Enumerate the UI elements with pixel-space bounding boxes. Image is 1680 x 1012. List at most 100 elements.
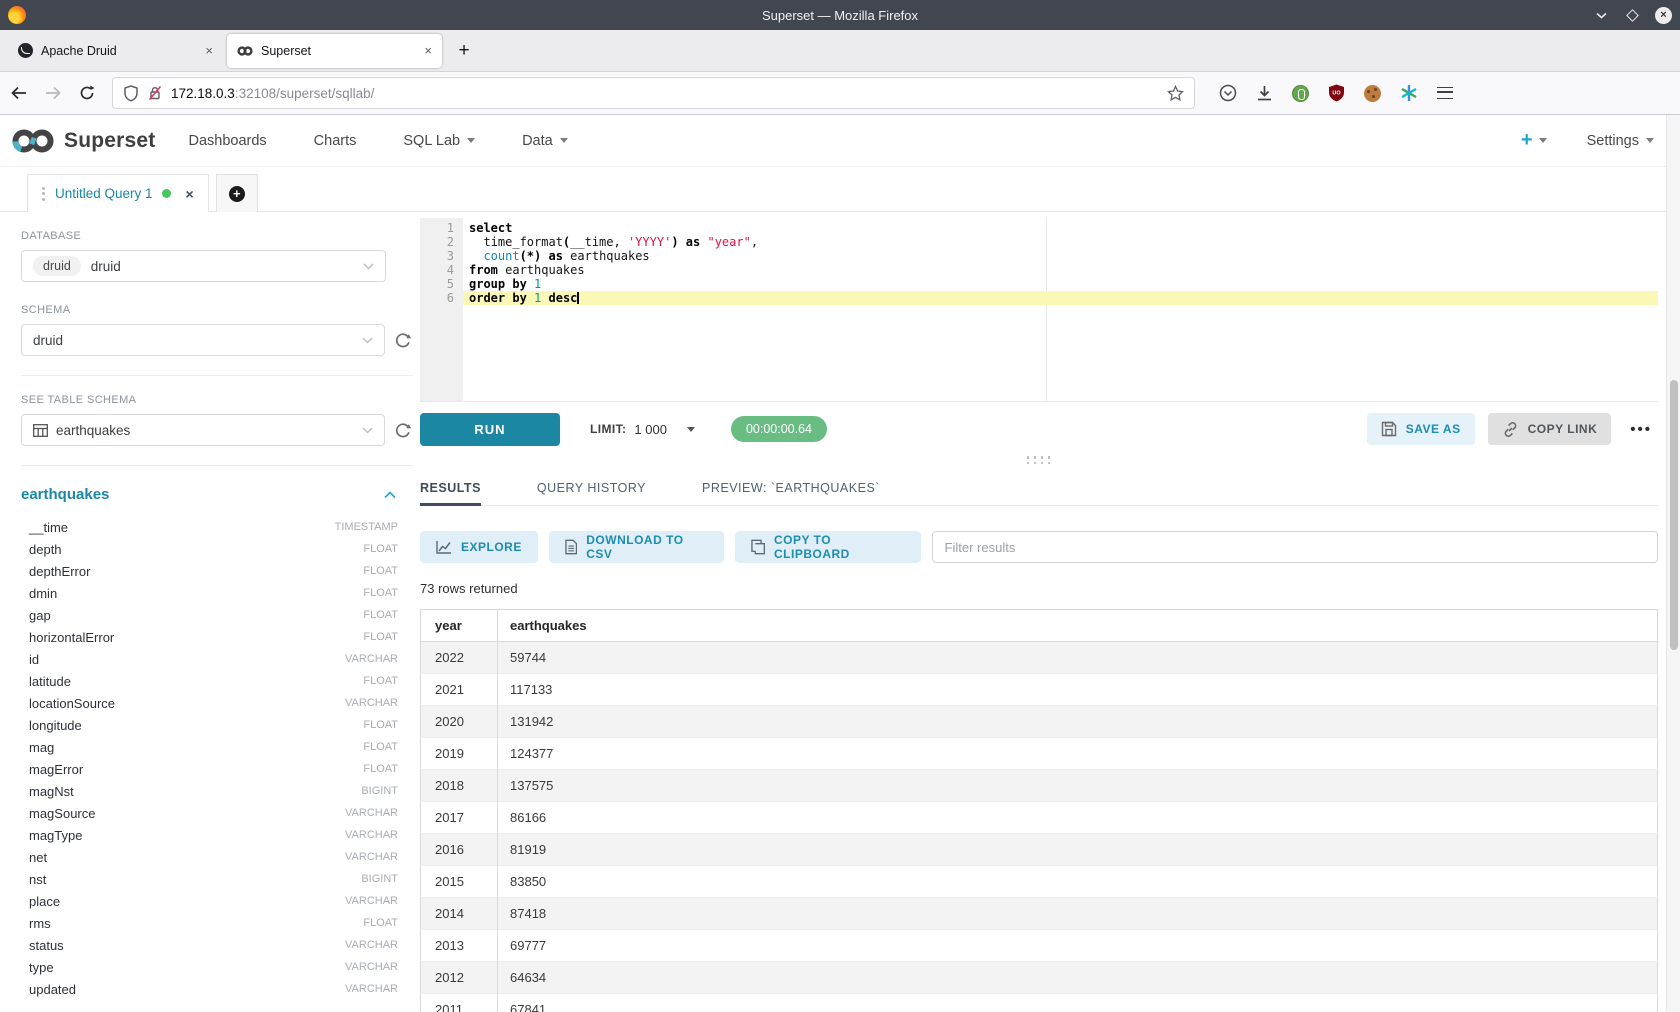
column-type: FLOAT [363,565,398,577]
editor-line-6[interactable]: order by 1 desc [463,291,1658,305]
download-icon[interactable] [1256,85,1273,102]
tab-close-icon[interactable]: × [424,43,432,58]
explore-button[interactable]: EXPLORE [420,531,538,563]
table-schema-title[interactable]: earthquakes [21,486,109,503]
bookmark-star-icon[interactable] [1167,85,1184,101]
query-tab-untitled-1[interactable]: Untitled Query 1 × [27,174,209,212]
schema-column-row[interactable]: magTypeVARCHAR [21,824,398,846]
schema-column-row[interactable]: placeVARCHAR [21,890,398,912]
table-row: 201583850 [421,866,1658,898]
editor-line-1[interactable]: select [463,221,1658,235]
back-icon[interactable] [4,78,34,108]
ublock-origin-icon[interactable]: UO [1328,84,1345,102]
superset-logo[interactable]: Superset [10,127,155,155]
column-name: __time [29,520,68,535]
close-window-icon[interactable]: × [1655,7,1672,24]
editor-line-3[interactable]: count(*) as earthquakes [463,249,1658,263]
schema-column-row[interactable]: magNstBIGINT [21,780,398,802]
copy-link-button[interactable]: COPY LINK [1488,413,1612,445]
schema-column-row[interactable]: __timeTIMESTAMP [21,516,398,538]
reload-icon[interactable] [72,78,102,108]
column-header-earthquakes[interactable]: earthquakes [498,610,1658,642]
schema-column-row[interactable]: latitudeFLOAT [21,670,398,692]
cell-earthquakes: 117133 [498,674,1658,706]
tab-close-icon[interactable]: × [205,43,213,58]
cell-earthquakes: 64634 [498,962,1658,994]
schema-column-row[interactable]: rmsFLOAT [21,912,398,934]
line-number: 3 [420,249,463,263]
page-scrollbar[interactable] [1666,115,1680,1012]
shield-permissions-icon[interactable] [123,85,139,102]
url-text[interactable]: 172.18.0.3:32108/superset/sqllab/ [171,86,1159,101]
schema-column-row[interactable]: magFLOAT [21,736,398,758]
tab-preview-earthquakes[interactable]: PREVIEW: `EARTHQUAKES` [702,472,880,506]
download-csv-button[interactable]: DOWNLOAD TO CSV [549,531,724,563]
table-select[interactable]: earthquakes [21,414,385,446]
nav-charts[interactable]: Charts [314,133,357,149]
menu-icon[interactable] [1437,87,1453,99]
copy-to-clipboard-button[interactable]: COPY TO CLIPBOARD [735,531,921,563]
text-cursor [577,292,579,304]
editor-line-2[interactable]: time_format(__time, 'YYYY') as "year", [463,235,1658,249]
pane-resize-handle[interactable] [1019,456,1059,464]
insecure-lock-icon[interactable] [147,85,163,101]
schema-column-row[interactable]: typeVARCHAR [21,956,398,978]
add-new-button[interactable]: + [1521,129,1547,152]
schema-column-row[interactable]: statusVARCHAR [21,934,398,956]
new-query-tab-button[interactable]: + [216,174,258,212]
editor-line-4[interactable]: from earthquakes [463,263,1658,277]
schema-column-row[interactable]: idVARCHAR [21,648,398,670]
tab-query-history[interactable]: QUERY HISTORY [537,472,646,506]
sqllab-sidebar: DATABASE druid druid SCHEMA druid [0,212,412,1012]
schema-column-row[interactable]: depthErrorFLOAT [21,560,398,582]
schema-column-row[interactable]: gapFLOAT [21,604,398,626]
column-type: FLOAT [363,675,398,687]
filter-results-input[interactable] [932,531,1658,563]
nav-data[interactable]: Data [522,133,568,149]
svg-text:UO: UO [1332,91,1341,97]
browser-tab-druid[interactable]: Apache Druid × [8,34,223,68]
tab-results[interactable]: RESULTS [420,472,481,506]
editor-line-5[interactable]: group by 1 [463,277,1658,291]
schema-column-row[interactable]: dminFLOAT [21,582,398,604]
schema-column-row[interactable]: netVARCHAR [21,846,398,868]
save-as-button[interactable]: SAVE AS [1367,413,1475,445]
nav-sql-lab[interactable]: SQL Lab [403,133,475,149]
more-actions-button[interactable]: ••• [1624,421,1658,438]
nav-dashboards[interactable]: Dashboards [188,133,266,149]
sql-editor[interactable]: 123456 select time_format(__time, 'YYYY'… [420,218,1658,402]
multicolor-asterisk-icon[interactable] [1400,84,1418,102]
infinity-logo-icon [10,127,56,155]
schema-column-row[interactable]: updatedVARCHAR [21,978,398,1000]
browser-tab-superset[interactable]: Superset × [227,34,442,68]
schema-column-row[interactable]: depthFLOAT [21,538,398,560]
column-header-year[interactable]: year [421,610,498,642]
forward-icon[interactable] [38,78,68,108]
url-bar[interactable]: 172.18.0.3:32108/superset/sqllab/ [112,77,1195,109]
limit-dropdown[interactable]: LIMIT: 1 000 [590,422,695,437]
schema-column-row[interactable]: magErrorFLOAT [21,758,398,780]
schema-column-row[interactable]: longitudeFLOAT [21,714,398,736]
collapse-table-icon[interactable] [384,491,396,499]
drag-dots-icon[interactable] [42,187,45,201]
new-tab-button[interactable]: + [450,37,478,65]
cookie-extension-icon[interactable] [1364,85,1381,102]
schema-column-row[interactable]: magSourceVARCHAR [21,802,398,824]
pocket-icon[interactable] [1219,84,1237,102]
schema-column-row[interactable]: nstBIGINT [21,868,398,890]
column-name: status [29,938,64,953]
schema-column-row[interactable]: horizontalErrorFLOAT [21,626,398,648]
refresh-tables-icon[interactable] [394,421,412,439]
privacy-extension-icon[interactable] [1292,85,1309,102]
close-query-tab-icon[interactable]: × [186,186,194,202]
editor-code[interactable]: select time_format(__time, 'YYYY') as "y… [463,218,1658,305]
settings-menu[interactable]: Settings [1587,133,1654,149]
run-button[interactable]: RUN [420,413,560,446]
scrollbar-thumb[interactable] [1670,380,1678,650]
database-select[interactable]: druid druid [21,250,386,282]
maximize-icon[interactable] [1624,7,1641,24]
schema-column-row[interactable]: locationSourceVARCHAR [21,692,398,714]
refresh-schemas-icon[interactable] [394,331,412,349]
minimize-icon[interactable] [1593,7,1610,24]
schema-select[interactable]: druid [21,324,385,356]
